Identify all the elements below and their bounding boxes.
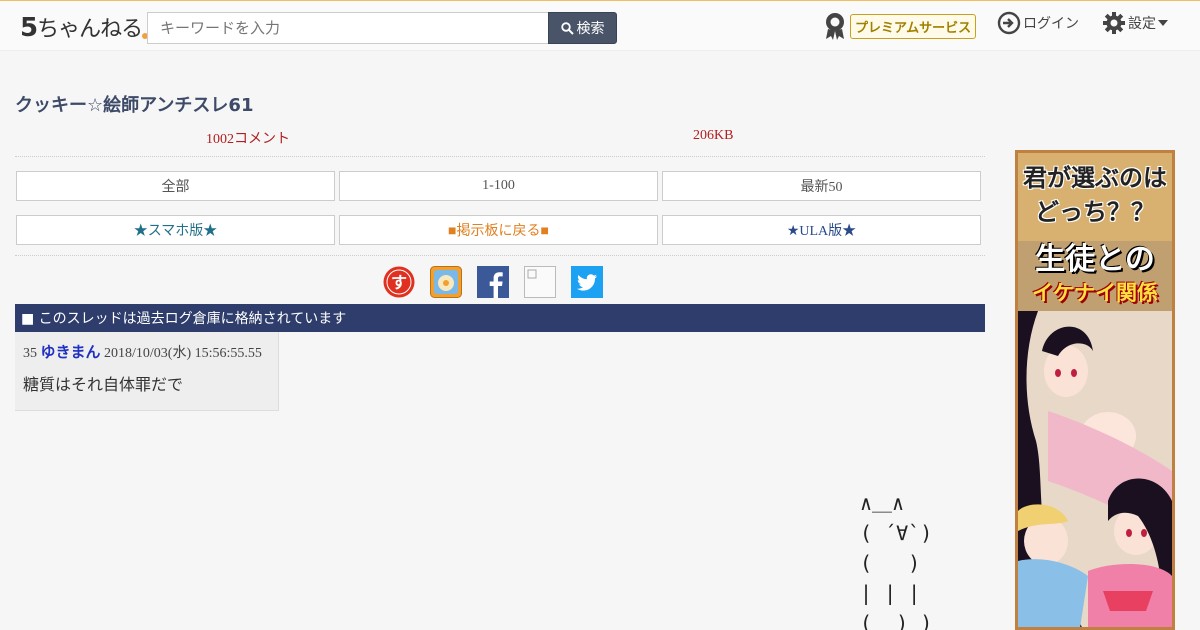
sumaho-icon[interactable]: す (383, 266, 415, 298)
ascii-art: ∧＿∧ ( ´∀`) ( ) | | | (__)_) (860, 491, 933, 630)
ad-banner[interactable]: 君が選ぶのは どっち？？ 生徒との イケナイ関係 (1015, 150, 1175, 630)
site-logo[interactable]: 5ちゃんねる (20, 11, 149, 43)
divider (15, 156, 985, 157)
search-button[interactable]: 検索 (548, 12, 617, 44)
premium-link[interactable]: プレミアムサービス (824, 11, 977, 41)
gear-icon (1103, 12, 1125, 34)
back-to-board-button[interactable]: ■掲示板に戻る■ (339, 215, 658, 245)
award-icon (826, 13, 844, 40)
thread-title: クッキー☆絵師アンチスレ61 (15, 95, 254, 116)
premium-badge: プレミアムサービス (850, 13, 977, 39)
settings-label: 設定 (1128, 16, 1156, 32)
ad-illustration (1018, 311, 1172, 627)
broken-image-icon[interactable] (524, 266, 556, 298)
logo-text: ちゃんねる (37, 17, 143, 42)
post-date: 2018/10/03(水) 15:56:55.55 (104, 346, 262, 361)
chevron-down-icon (1158, 20, 1168, 26)
range-1-100-button[interactable]: 1-100 (339, 171, 658, 201)
ad-subheadline: 生徒との イケナイ関係 (1018, 241, 1172, 311)
comment-count: 1002コメント (206, 132, 290, 147)
post-header: 35 ゆきまん 2018/10/03(水) 15:56:55.55 (23, 341, 262, 362)
divider (15, 255, 985, 256)
ad-line-3: 生徒との (1035, 242, 1155, 277)
show-all-button[interactable]: 全部 (16, 171, 335, 201)
site-header: 5ちゃんねる 検索 プレミアムサービス ログイン 設定 (0, 0, 1200, 51)
ad-headline: 君が選ぶのは どっち？？ (1018, 153, 1172, 241)
login-label: ログイン (1023, 16, 1079, 32)
search-input[interactable] (147, 12, 549, 44)
search-button-label: 検索 (576, 21, 605, 37)
logo-five: 5 (20, 13, 38, 43)
ad-line-2: どっち？？ (1035, 198, 1155, 226)
post: 35 ゆきまん 2018/10/03(水) 15:56:55.55 糖質はそれ自… (15, 332, 279, 411)
ula-version-button[interactable]: ★ULA版★ (662, 215, 981, 245)
thread-size: 206KB (693, 128, 734, 143)
archive-notice: ■ このスレッドは過去ログ倉庫に格納されています (15, 304, 985, 332)
facebook-icon[interactable] (477, 266, 509, 298)
search-icon (560, 21, 574, 35)
poster-name[interactable]: ゆきまん (41, 343, 101, 361)
matome-icon[interactable] (430, 266, 462, 298)
post-body: 糖質はそれ自体罪だで (23, 375, 184, 394)
smartphone-version-button[interactable]: ★スマホ版★ (16, 215, 335, 245)
login-icon (997, 11, 1021, 35)
login-link[interactable]: ログイン (997, 11, 1079, 35)
settings-menu[interactable]: 設定 (1102, 11, 1168, 35)
latest-50-button[interactable]: 最新50 (662, 171, 981, 201)
post-number[interactable]: 35 (23, 346, 37, 361)
svg-text:す: す (391, 273, 407, 292)
ad-line-4: イケナイ関係 (1032, 281, 1158, 305)
ad-line-1: 君が選ぶのは (1023, 164, 1167, 192)
twitter-icon[interactable] (571, 266, 603, 298)
